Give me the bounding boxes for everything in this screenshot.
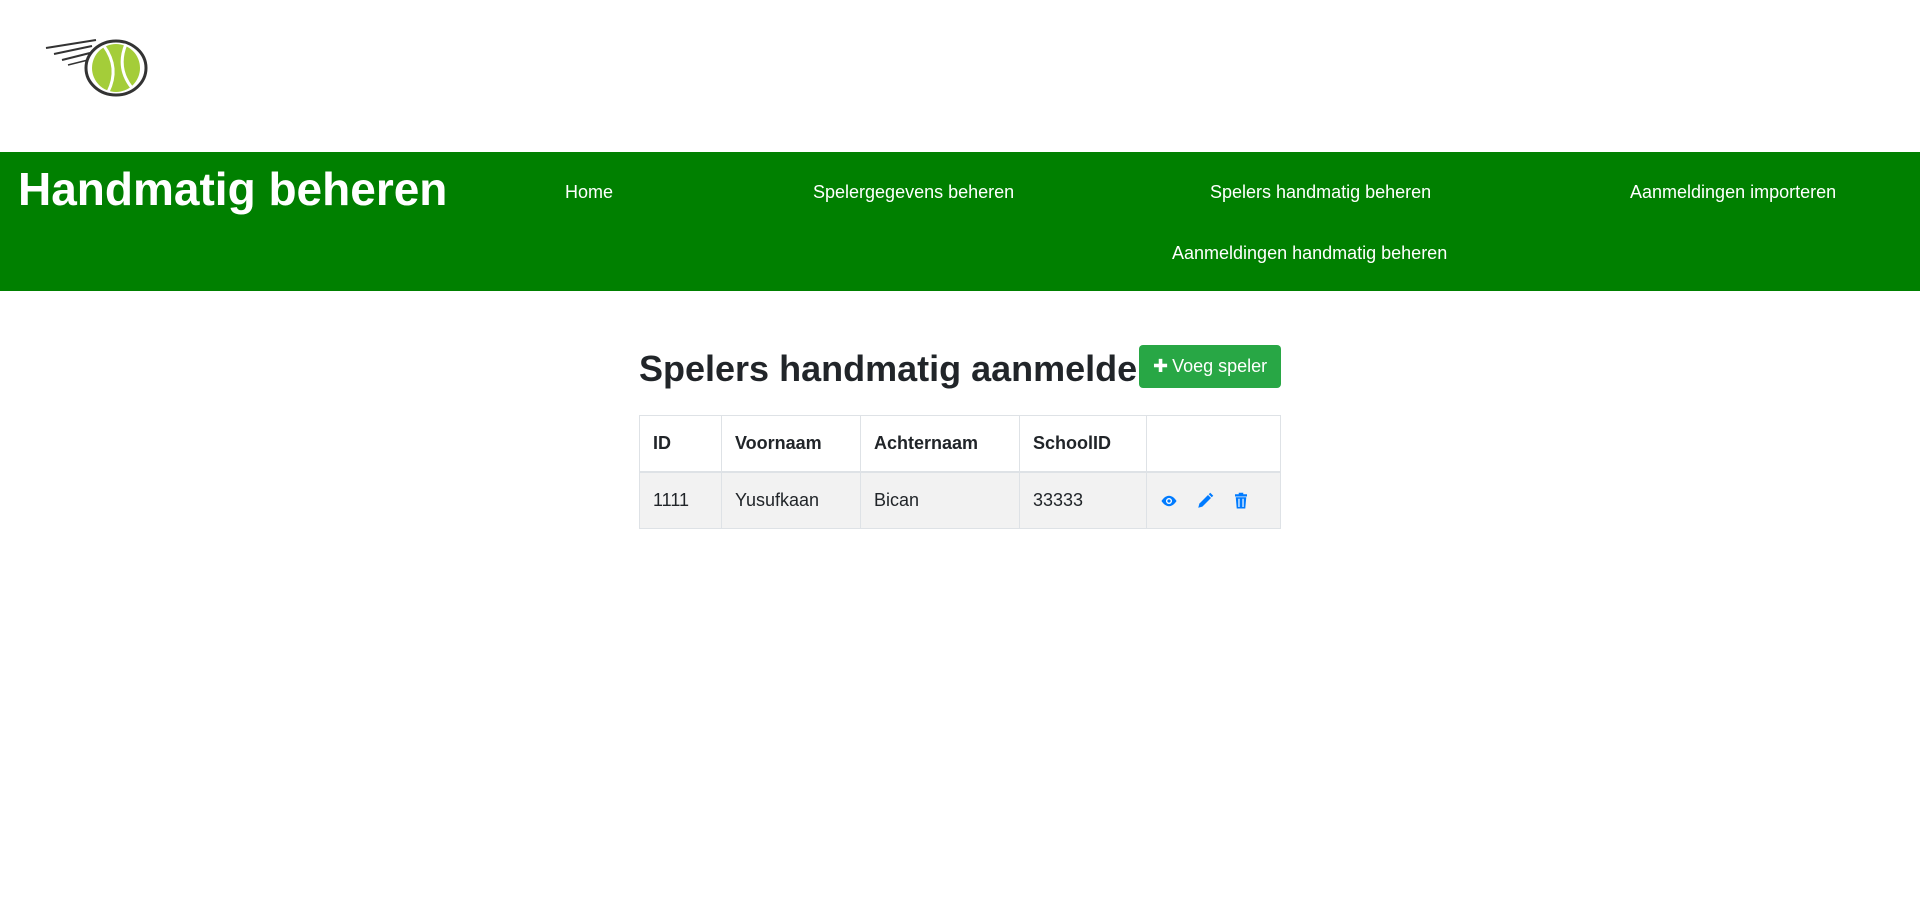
plus-icon: ✚ [1153, 356, 1169, 376]
cell-achternaam: Bican [860, 471, 1020, 529]
column-header-actions [1146, 415, 1281, 473]
nav-link-spelergegevens-beheren[interactable]: Spelergegevens beheren [813, 182, 1014, 203]
cell-voornaam: Yusufkaan [721, 471, 861, 529]
players-table: ID Voornaam Achternaam SchoolID 1111 Yus… [639, 415, 1281, 529]
cell-actions [1146, 471, 1281, 529]
trash-icon[interactable] [1232, 492, 1250, 510]
eye-icon[interactable] [1160, 492, 1178, 510]
tennis-ball-logo-icon [45, 39, 148, 97]
column-header-voornaam: Voornaam [721, 415, 861, 473]
main-navbar: Handmatig beheren Home Spelergegevens be… [0, 152, 1920, 291]
page-title: Spelers handmatig aanmelden [639, 348, 1160, 389]
nav-link-spelers-handmatig-beheren[interactable]: Spelers handmatig beheren [1210, 182, 1431, 203]
nav-link-aanmeldingen-handmatig-beheren[interactable]: Aanmeldingen handmatig beheren [1172, 243, 1447, 264]
heading-row: Spelers handmatig aanmelden ✚ Voeg speler [639, 345, 1282, 395]
cell-id: 1111 [639, 471, 722, 529]
pencil-icon[interactable] [1196, 492, 1214, 510]
column-header-achternaam: Achternaam [860, 415, 1020, 473]
add-player-button-label: Voeg speler [1172, 356, 1268, 376]
table-row: 1111 Yusufkaan Bican 33333 [639, 471, 1281, 529]
add-player-button[interactable]: ✚ Voeg speler [1139, 345, 1282, 388]
column-header-id: ID [639, 415, 722, 473]
table-header: ID Voornaam Achternaam SchoolID [639, 415, 1281, 473]
table-body: 1111 Yusufkaan Bican 33333 [639, 471, 1281, 529]
main-content: Spelers handmatig aanmelden ✚ Voeg speler… [639, 345, 1282, 529]
nav-link-home[interactable]: Home [565, 182, 613, 203]
nav-link-aanmeldingen-importeren[interactable]: Aanmeldingen importeren [1630, 182, 1836, 203]
cell-schoolid: 33333 [1019, 471, 1147, 529]
table-header-row: ID Voornaam Achternaam SchoolID [639, 415, 1281, 473]
site-title: Handmatig beheren [18, 163, 448, 215]
logo-bar [0, 0, 1920, 152]
column-header-schoolid: SchoolID [1019, 415, 1147, 473]
